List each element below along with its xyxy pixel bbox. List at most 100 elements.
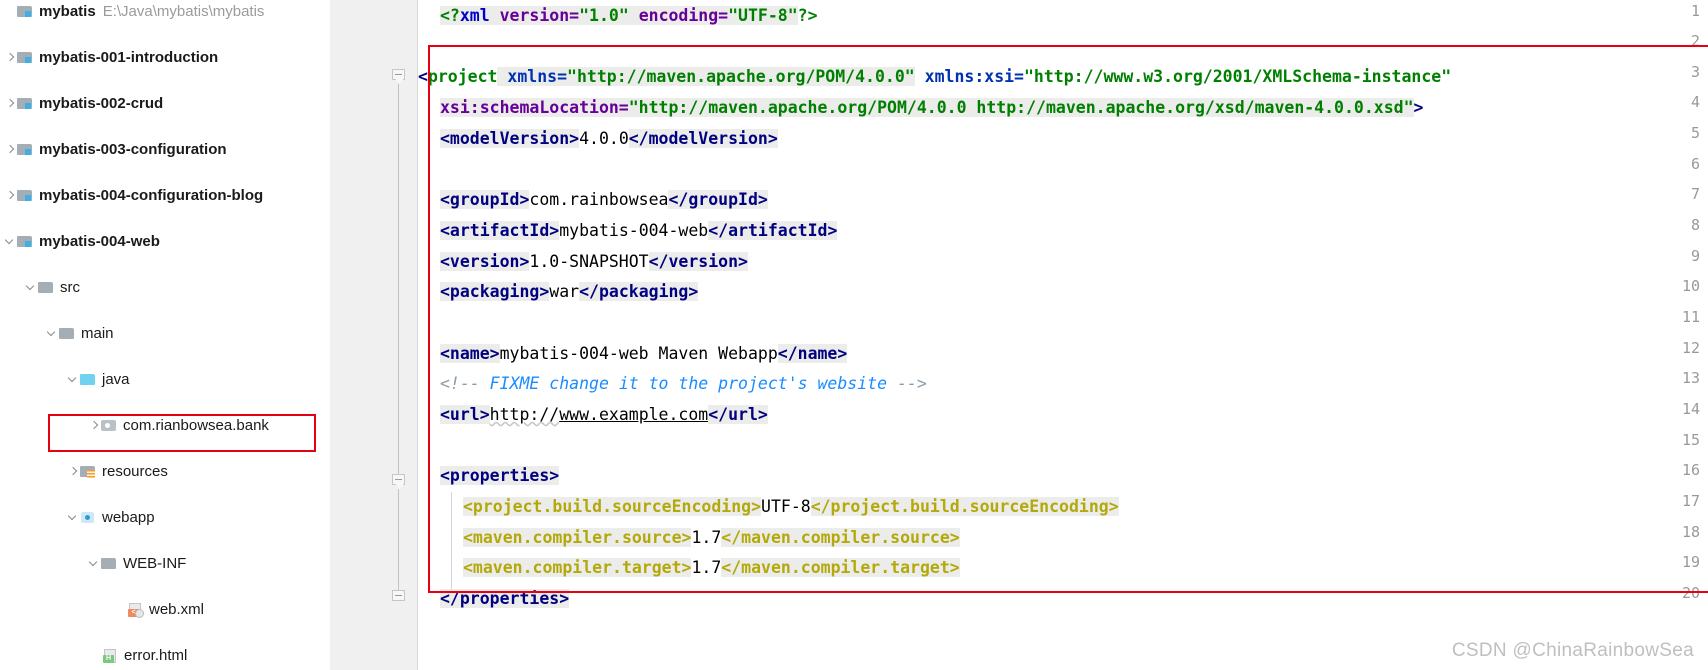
tree-item-label: resources <box>102 463 168 480</box>
tag-compiler-source-open: <maven.compiler.source> <box>463 528 691 547</box>
tree-item-label: java <box>102 371 130 388</box>
code-line-13: <!-- FIXME change it to the project's we… <box>440 369 927 400</box>
project-tree-panel[interactable]: mybatis E:\Java\mybatis\mybatis mybatis-… <box>0 0 330 670</box>
project-path-label: E:\Java\mybatis\mybatis <box>103 3 265 20</box>
tree-item-label: webapp <box>102 509 155 526</box>
tree-row-webapp[interactable]: webapp <box>0 506 330 529</box>
tag-name-close: </name> <box>778 344 848 363</box>
watermark-label: CSDN @ChinaRainbowSea <box>1452 640 1694 662</box>
tree-row-web-xml[interactable]: < web.xml <box>0 598 330 621</box>
chevron-right-icon[interactable] <box>67 460 80 483</box>
tree-item-label: mybatis-004-configuration-blog <box>39 187 263 204</box>
fold-marker-project[interactable] <box>392 69 407 84</box>
module-folder-icon <box>17 95 34 112</box>
folder-icon <box>38 279 55 296</box>
chevron-down-icon[interactable] <box>46 322 59 345</box>
code-line-19: <maven.compiler.target>1.7</maven.compil… <box>463 553 960 584</box>
tree-row-resources[interactable]: resources <box>0 460 330 483</box>
tree-item-label: com.rianbowsea.bank <box>123 417 269 434</box>
tree-item-label: mybatis-004-web <box>39 233 160 250</box>
comment-close: --> <box>897 374 927 393</box>
package-icon <box>101 417 118 434</box>
tree-row-error-html[interactable]: H error.html <box>0 644 330 667</box>
module-folder-icon <box>17 49 34 66</box>
tree-row-mybatis-004-web[interactable]: mybatis-004-web <box>0 230 330 253</box>
text-source-encoding: UTF-8 <box>761 497 811 516</box>
tree-row-mybatis-004-config-blog[interactable]: mybatis-004-configuration-blog <box>0 184 330 207</box>
tag-name-open: <name> <box>440 344 500 363</box>
chevron-down-icon[interactable] <box>25 276 38 299</box>
tree-row-main[interactable]: main <box>0 322 330 345</box>
pi-open: <? <box>440 6 460 25</box>
code-line-10: <packaging>war</packaging> <box>440 277 698 308</box>
tree-row-mybatis-001[interactable]: mybatis-001-introduction <box>0 46 330 69</box>
text-url-scheme: http:// <box>490 405 560 424</box>
val-xmlns-xsi: "http://www.w3.org/2001/XMLSchema-instan… <box>1024 67 1451 86</box>
code-line-1: <?xml version="1.0" encoding="UTF-8"?> <box>440 1 818 32</box>
tree-row-project-root[interactable]: mybatis E:\Java\mybatis\mybatis <box>0 0 330 23</box>
chevron-down-icon[interactable] <box>4 230 17 253</box>
tag-groupid-close: </groupId> <box>668 190 767 209</box>
tree-item-label: main <box>81 325 114 342</box>
fold-marker-properties-open[interactable] <box>392 474 407 489</box>
tag-compiler-source-close: </maven.compiler.source> <box>721 528 959 547</box>
fold-marker-properties-close[interactable] <box>392 590 407 605</box>
code-line-16: <properties> <box>440 461 559 492</box>
ide-window: mybatis E:\Java\mybatis\mybatis mybatis-… <box>0 0 1708 670</box>
tree-row-mybatis-002[interactable]: mybatis-002-crud <box>0 92 330 115</box>
tag-lt: < <box>418 67 428 86</box>
xml-badge-circle <box>135 609 144 618</box>
tag-properties-open: <properties> <box>440 466 559 485</box>
html-badge: H <box>103 655 114 663</box>
tag-properties-close: </properties> <box>440 589 569 608</box>
code-editor[interactable]: 1 2 3 4 5 6 7 8 9 10 11 12 13 14 15 16 1… <box>330 0 1708 670</box>
chevron-right-icon[interactable] <box>4 46 17 69</box>
attr-xmlns: xmlns= <box>497 67 567 86</box>
chevron-down-icon[interactable] <box>67 506 80 529</box>
tag-artifactid-close: </artifactId> <box>708 221 837 240</box>
text-url-host[interactable]: www.example.com <box>559 405 708 424</box>
tree-row-src[interactable]: src <box>0 276 330 299</box>
chevron-right-icon[interactable] <box>4 92 17 115</box>
tree-row-java[interactable]: java <box>0 368 330 391</box>
chevron-right-icon[interactable] <box>4 138 17 161</box>
pi-close: ?> <box>798 6 818 25</box>
tag-url-open: <url> <box>440 405 490 424</box>
folder-icon <box>59 325 76 342</box>
tag-packaging-close: </packaging> <box>579 282 698 301</box>
pi-attr-encoding: encoding= <box>629 6 728 25</box>
tree-row-web-inf[interactable]: WEB-INF <box>0 552 330 575</box>
tag-gt: > <box>1414 98 1424 117</box>
tree-row-package-bank[interactable]: com.rianbowsea.bank <box>0 414 330 437</box>
val-schema-location: "http://maven.apache.org/POM/4.0.0 http:… <box>629 98 1414 117</box>
text-artifactid: mybatis-004-web <box>559 221 708 240</box>
tag-artifactid-open: <artifactId> <box>440 221 559 240</box>
text-version: 1.0-SNAPSHOT <box>529 252 648 271</box>
module-folder-icon <box>17 233 34 250</box>
code-line-9: <version>1.0-SNAPSHOT</version> <box>440 247 748 278</box>
tag-name-project: project <box>428 67 498 86</box>
code-line-17: <project.build.sourceEncoding>UTF-8</pro… <box>463 492 1119 523</box>
val-xmlns: "http://maven.apache.org/POM/4.0.0" <box>567 67 915 86</box>
tag-modelversion-close: </modelVersion> <box>629 129 778 148</box>
editor-code-area[interactable]: <?xml version="1.0" encoding="UTF-8"?> <… <box>418 0 1708 670</box>
chevron-right-icon[interactable] <box>4 184 17 207</box>
tree-item-label: mybatis-001-introduction <box>39 49 218 66</box>
chevron-right-icon[interactable] <box>88 414 101 437</box>
code-line-12: <name>mybatis-004-web Maven Webapp</name… <box>440 339 847 370</box>
resources-root-icon <box>80 463 97 480</box>
pi-name: xml <box>460 6 490 25</box>
tag-compiler-target-open: <maven.compiler.target> <box>463 558 691 577</box>
text-compiler-target: 1.7 <box>691 558 721 577</box>
tree-item-label: src <box>60 279 80 296</box>
editor-gutter[interactable] <box>330 0 418 670</box>
text-name: mybatis-004-web Maven Webapp <box>500 344 778 363</box>
pi-val-version: "1.0" <box>579 6 629 25</box>
module-folder-icon <box>17 141 34 158</box>
tag-modelversion-open: <modelVersion> <box>440 129 579 148</box>
tag-groupid-open: <groupId> <box>440 190 529 209</box>
tree-row-mybatis-003[interactable]: mybatis-003-configuration <box>0 138 330 161</box>
chevron-down-icon[interactable] <box>67 368 80 391</box>
chevron-down-icon[interactable] <box>88 552 101 575</box>
tag-version-close: </version> <box>649 252 748 271</box>
